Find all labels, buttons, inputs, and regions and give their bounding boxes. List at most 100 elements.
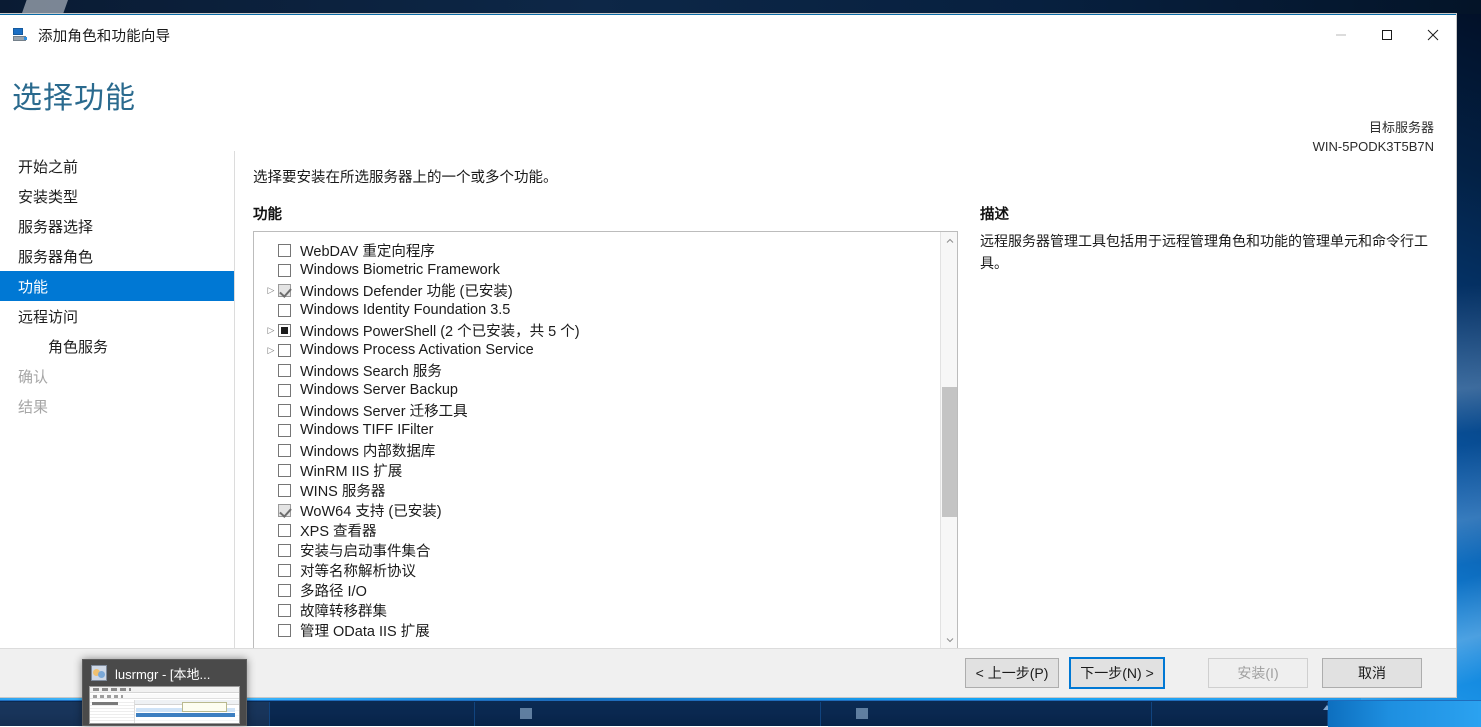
install-button: 安装(I)	[1208, 658, 1308, 688]
maximize-icon[interactable]	[1364, 15, 1410, 55]
feature-row[interactable]: Windows Biometric Framework	[254, 260, 940, 280]
feature-row[interactable]: Windows Server Backup	[254, 380, 940, 400]
feature-label: 对等名称解析协议	[300, 560, 416, 581]
feature-row[interactable]: 多路径 I/O	[254, 580, 940, 600]
feature-label: Windows Defender 功能 (已安装)	[300, 280, 513, 301]
chevron-down-icon[interactable]	[941, 631, 958, 648]
feature-checkbox[interactable]	[278, 524, 291, 537]
sidebar-item-0[interactable]: 开始之前	[0, 151, 234, 181]
feature-checkbox[interactable]	[278, 544, 291, 557]
next-button[interactable]: 下一步(N) >	[1070, 658, 1164, 688]
feature-checkbox[interactable]	[278, 624, 291, 637]
target-server-label: 目标服务器	[1313, 119, 1434, 138]
wizard-header: 选择功能 目标服务器 WIN-5PODK3T5B7N	[0, 55, 1456, 151]
thumbnail-title-text: lusrmgr - [本地...	[115, 664, 210, 683]
feature-row[interactable]: 安装与启动事件集合	[254, 540, 940, 560]
feature-row[interactable]: 对等名称解析协议	[254, 560, 940, 580]
feature-checkbox[interactable]	[278, 444, 291, 457]
feature-checkbox[interactable]	[278, 584, 291, 597]
expand-triangle-icon[interactable]: ▷	[264, 346, 278, 355]
feature-checkbox[interactable]	[278, 404, 291, 417]
features-list-scrollbar[interactable]	[940, 232, 957, 648]
sidebar-item-7: 确认	[0, 361, 234, 391]
feature-label: Windows Process Activation Service	[300, 342, 534, 358]
expand-triangle-icon[interactable]: ▷	[264, 326, 278, 335]
sidebar-item-label: 确认	[18, 366, 48, 387]
sidebar-item-5[interactable]: 远程访问	[0, 301, 234, 331]
feature-row[interactable]: WinRM IIS 扩展	[254, 460, 940, 480]
sidebar-item-label: 结果	[18, 396, 48, 417]
features-section-label: 功能	[253, 203, 282, 224]
previous-button[interactable]: < 上一步(P)	[965, 658, 1059, 688]
feature-checkbox[interactable]	[278, 304, 291, 317]
feature-label: WinRM IIS 扩展	[300, 460, 402, 481]
feature-row[interactable]: WINS 服务器	[254, 480, 940, 500]
feature-row[interactable]: ▷ Windows Process Activation Service	[254, 340, 940, 360]
feature-row[interactable]: 管理 OData IIS 扩展	[254, 620, 940, 640]
feature-checkbox	[278, 504, 291, 517]
taskbar-item-5[interactable]	[1153, 702, 1328, 726]
taskbar-thumbnail-preview[interactable]: lusrmgr - [本地...	[82, 659, 247, 726]
feature-row[interactable]: WoW64 支持 (已安装)	[254, 500, 940, 520]
desktop-top-strip	[0, 0, 1481, 14]
minimize-icon[interactable]	[1318, 15, 1364, 55]
feature-row[interactable]: Windows Identity Foundation 3.5	[254, 300, 940, 320]
feature-checkbox[interactable]	[278, 424, 291, 437]
feature-checkbox[interactable]	[278, 384, 291, 397]
taskbar-app-icon-4	[856, 708, 868, 719]
feature-label: 管理 OData IIS 扩展	[300, 620, 430, 641]
feature-row[interactable]: 故障转移群集	[254, 600, 940, 620]
feature-row[interactable]: ▷ Windows PowerShell (2 个已安装，共 5 个)	[254, 320, 940, 340]
sidebar-item-3[interactable]: 服务器角色	[0, 241, 234, 271]
feature-label: 安装与启动事件集合	[300, 540, 431, 561]
sidebar-item-2[interactable]: 服务器选择	[0, 211, 234, 241]
feature-label: Windows PowerShell (2 个已安装，共 5 个)	[300, 320, 580, 341]
local-users-groups-icon	[91, 665, 107, 681]
feature-label: Windows Server 迁移工具	[300, 400, 468, 421]
sidebar-item-label: 远程访问	[18, 306, 78, 327]
taskbar-item-4[interactable]	[822, 702, 1152, 726]
sidebar-item-1[interactable]: 安装类型	[0, 181, 234, 211]
wizard-body: 开始之前安装类型服务器选择服务器角色功能远程访问角色服务确认结果 选择要安装在所…	[0, 151, 1456, 649]
select-features-pane: 选择要安装在所选服务器上的一个或多个功能。 功能 WebDAV 重定向程序Win…	[236, 151, 1456, 649]
taskbar-notification-area[interactable]	[1328, 701, 1481, 727]
description-text: 远程服务器管理工具包括用于远程管理角色和功能的管理单元和命令行工具。	[980, 231, 1440, 274]
feature-row[interactable]: Windows Search 服务	[254, 360, 940, 380]
feature-checkbox[interactable]	[278, 324, 291, 337]
page-title: 选择功能	[12, 73, 136, 117]
feature-label: 多路径 I/O	[300, 580, 367, 601]
chevron-up-icon[interactable]	[941, 232, 958, 249]
sidebar-item-label: 服务器角色	[18, 246, 93, 267]
feature-checkbox[interactable]	[278, 344, 291, 357]
taskbar-item-2[interactable]	[271, 702, 475, 726]
feature-row[interactable]: Windows 内部数据库	[254, 440, 940, 460]
sidebar-item-6[interactable]: 角色服务	[0, 331, 234, 361]
window-controls	[1318, 15, 1456, 55]
feature-row[interactable]: Windows TIFF IFilter	[254, 420, 940, 440]
feature-row[interactable]: WebDAV 重定向程序	[254, 240, 940, 260]
cancel-button[interactable]: 取消	[1322, 658, 1422, 688]
feature-checkbox[interactable]	[278, 464, 291, 477]
feature-row[interactable]: XPS 查看器	[254, 520, 940, 540]
expand-triangle-icon[interactable]: ▷	[264, 286, 278, 295]
feature-label: WebDAV 重定向程序	[300, 240, 435, 261]
feature-row[interactable]: Windows Server 迁移工具	[254, 400, 940, 420]
features-listbox[interactable]: WebDAV 重定向程序Windows Biometric Framework▷…	[253, 231, 958, 649]
feature-label: XPS 查看器	[300, 520, 377, 541]
scrollbar-thumb[interactable]	[942, 387, 957, 517]
feature-checkbox[interactable]	[278, 244, 291, 257]
sidebar-item-label: 角色服务	[48, 336, 108, 357]
feature-checkbox[interactable]	[278, 564, 291, 577]
feature-checkbox[interactable]	[278, 484, 291, 497]
feature-label: 故障转移群集	[300, 600, 387, 621]
feature-checkbox[interactable]	[278, 604, 291, 617]
window-title: 添加角色和功能向导	[38, 25, 170, 46]
feature-checkbox[interactable]	[278, 364, 291, 377]
sidebar-item-8: 结果	[0, 391, 234, 421]
feature-checkbox[interactable]	[278, 264, 291, 277]
close-icon[interactable]	[1410, 15, 1456, 55]
feature-row[interactable]: ▷ Windows Defender 功能 (已安装)	[254, 280, 940, 300]
sidebar-item-4[interactable]: 功能	[0, 271, 234, 301]
window-titlebar: 添加角色和功能向导	[0, 15, 1456, 55]
feature-label: Windows Server Backup	[300, 382, 458, 398]
